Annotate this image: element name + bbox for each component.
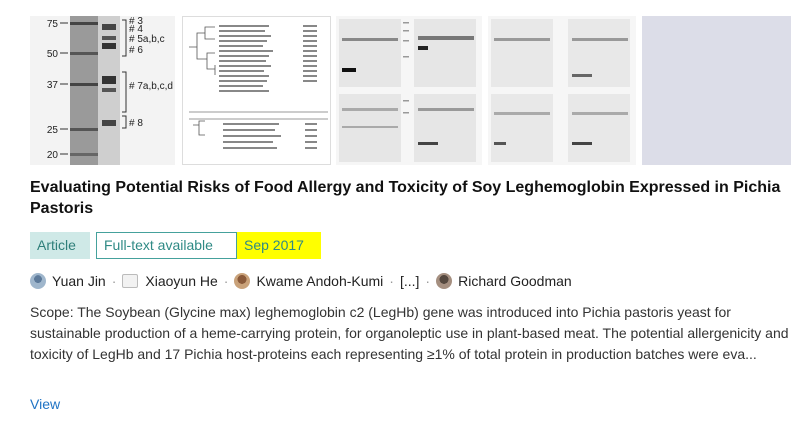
- author-avatar: [234, 273, 251, 289]
- figure-thumbnail-tree[interactable]: [182, 16, 331, 165]
- figure-thumbnail-blots-a[interactable]: [336, 16, 482, 165]
- view-link[interactable]: View: [30, 396, 60, 412]
- author-link[interactable]: Yuan Jin: [52, 273, 106, 289]
- separator-dot: ·: [389, 273, 394, 289]
- gel-marker-label: 20: [47, 150, 59, 161]
- gel-band-label: # 7a,b,c,d: [129, 81, 173, 92]
- gel-band-label: # 6: [129, 45, 143, 56]
- publication-date: Sep 2017: [237, 232, 321, 259]
- author-link[interactable]: Richard Goodman: [458, 273, 572, 289]
- author-link[interactable]: Xiaoyun He: [145, 273, 217, 289]
- gel-marker-label: 37: [47, 80, 59, 91]
- blot-panels-image: [488, 16, 636, 165]
- blot-panels-image: [336, 16, 482, 165]
- author-avatar: [30, 273, 46, 289]
- gel-marker-label: 25: [47, 125, 59, 136]
- gel-image: 75 50 37 25 20 # 3 # 4 # 5a,b,c # 6 # 7a…: [30, 16, 175, 165]
- abstract-snippet: Scope: The Soybean (Glycine max) leghemo…: [30, 304, 789, 362]
- article-type-badge: Article: [30, 232, 90, 259]
- more-authors-link[interactable]: [...]: [400, 273, 419, 289]
- figure-thumbnail-gel[interactable]: 75 50 37 25 20 # 3 # 4 # 5a,b,c # 6 # 7a…: [30, 16, 175, 165]
- separator-dot: ·: [223, 273, 229, 289]
- gel-band-label: # 5a,b,c: [129, 34, 165, 45]
- author-avatar-placeholder-icon: [122, 274, 139, 288]
- publication-title[interactable]: Evaluating Potential Risks of Food Aller…: [30, 177, 790, 219]
- gel-band-label: # 8: [129, 118, 143, 129]
- gel-marker-label: 50: [47, 49, 59, 60]
- author-list: Yuan Jin · Xiaoyun He · Kwame Andoh-Kumi…: [30, 270, 572, 292]
- figure-thumbnail-blots-b[interactable]: [488, 16, 636, 165]
- figure-thumbnails: 75 50 37 25 20 # 3 # 4 # 5a,b,c # 6 # 7a…: [30, 16, 795, 166]
- author-avatar: [436, 273, 453, 289]
- phylogeny-table-image: [189, 25, 328, 149]
- author-link[interactable]: Kwame Andoh-Kumi: [256, 273, 383, 289]
- gel-marker-label: 75: [47, 19, 59, 30]
- figure-thumbnail-placeholder[interactable]: [642, 16, 791, 165]
- separator-dot: ·: [425, 273, 431, 289]
- separator-dot: ·: [111, 273, 117, 289]
- fulltext-available-badge: Full-text available: [96, 232, 237, 259]
